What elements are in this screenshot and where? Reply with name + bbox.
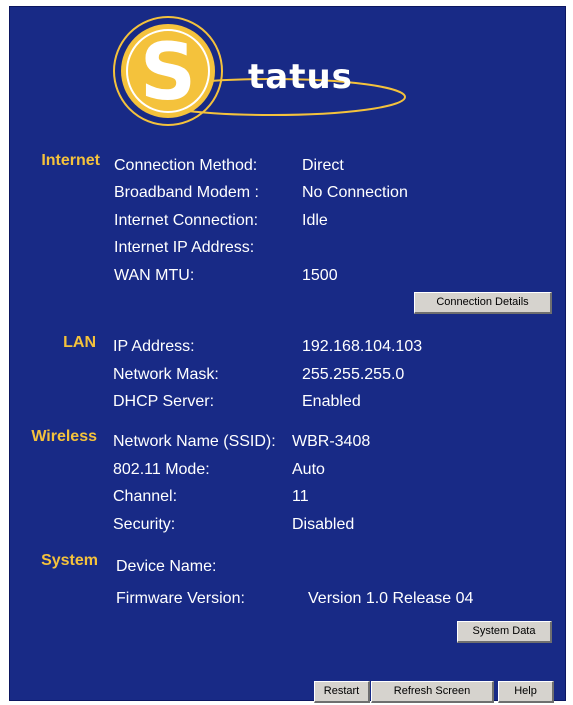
system-heading: System [41,552,98,569]
internet-heading: Internet [41,152,100,169]
security-label: Security: [113,516,176,533]
wan-mtu-label: WAN MTU: [114,267,195,284]
internet-connection-label: Internet Connection: [114,212,259,229]
channel-value: 11 [292,488,309,505]
logo-word: tatus [248,57,353,97]
broadband-modem-value: No Connection [302,184,408,201]
internet-ip-label: Internet IP Address: [114,239,255,256]
lan-ip-label: IP Address: [113,338,195,355]
restart-button[interactable]: Restart [314,681,370,703]
internet-connection-value: Idle [302,212,328,229]
ssid-label: Network Name (SSID): [113,433,276,450]
security-value: Disabled [292,516,355,533]
firmware-version-value: Version 1.0 Release 04 [308,590,474,607]
ssid-value: WBR-3408 [292,433,371,450]
connection-method-value: Direct [302,157,344,174]
connection-details-button[interactable]: Connection Details [414,292,552,314]
channel-label: Channel: [113,488,178,505]
dhcp-server-value: Enabled [302,393,361,410]
network-mask-label: Network Mask: [113,366,219,383]
dhcp-server-label: DHCP Server: [113,393,215,410]
mode-value: Auto [292,461,325,478]
lan-ip-value: 192.168.104.103 [302,338,423,355]
mode-label: 802.11 Mode: [113,461,210,478]
help-button[interactable]: Help [498,681,554,703]
refresh-screen-button[interactable]: Refresh Screen [371,681,494,703]
broadband-modem-label: Broadband Modem : [114,184,259,201]
logo-letter: S [140,28,196,118]
wan-mtu-value: 1500 [302,267,338,284]
wireless-heading: Wireless [31,428,97,445]
status-panel: S tatus Internet Connection Method: Dire… [9,6,566,703]
network-mask-value: 255.255.255.0 [302,366,405,383]
lan-heading: LAN [63,334,96,351]
connection-method-label: Connection Method: [114,157,258,174]
system-data-button[interactable]: System Data [457,621,552,643]
firmware-version-label: Firmware Version: [116,590,245,607]
device-name-label: Device Name: [116,558,217,575]
